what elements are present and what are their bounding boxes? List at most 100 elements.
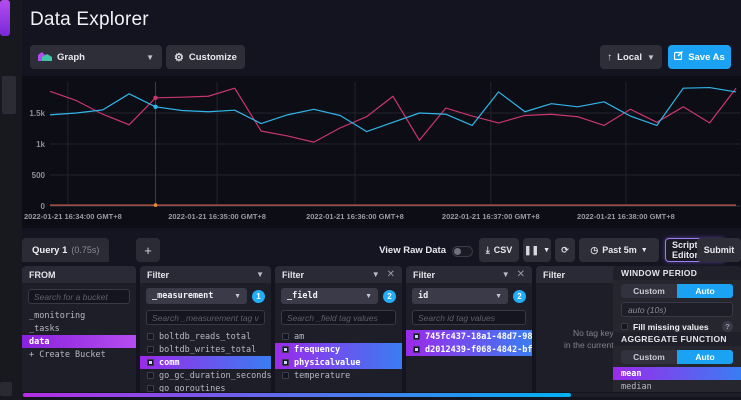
from-card: FROM _monitoring _tasks data + Create Bu… [22,266,136,392]
tag-value-item-selected[interactable]: d2012439-f068-4842-bfef-8… [406,343,532,356]
tag-value-item[interactable]: boltdb_reads_total [140,330,271,343]
checkbox-icon [413,333,420,340]
bucket-item[interactable]: _monitoring [22,309,136,322]
svg-text:0: 0 [41,202,46,211]
svg-text:2022-01-21 16:38:00 GMT+8: 2022-01-21 16:38:00 GMT+8 [577,212,675,221]
refresh-button[interactable]: ⟳ [555,238,575,262]
checkbox-icon [282,346,289,353]
field-search-input[interactable] [281,310,396,325]
tag-key-label: id [418,291,495,301]
query-tab[interactable]: Query 1 (0.75s) [22,238,109,262]
checkbox-icon [413,346,420,353]
measurement-search-input[interactable] [146,310,265,325]
query-builder: FROM _monitoring _tasks data + Create Bu… [22,266,741,392]
chevron-down-icon: ▼ [234,293,241,300]
fill-missing-label: Fill missing values [633,322,717,332]
tag-value-item[interactable]: go_goroutines [140,382,271,392]
bucket-item[interactable]: _tasks [22,322,136,335]
bucket-item-selected[interactable]: data [22,335,136,348]
fill-missing-row: Fill missing values ? [621,321,733,332]
filter-card-field: Filter ▼ ✕ _field ▼ 2 am frequency physi… [275,266,402,392]
checkbox-icon[interactable] [621,323,628,330]
chart-svg: 05001k1.5k2022-01-21 16:34:00 GMT+82022-… [22,76,741,228]
data-explorer-app: Data Explorer Graph ▼ ⚙ Customize ↑ Loca… [0,0,741,400]
aggregate-function-item[interactable]: median [613,380,741,392]
checkbox-icon [147,372,154,379]
local-dropdown[interactable]: ↑ Local ▼ [600,45,662,69]
time-series-chart[interactable]: 05001k1.5k2022-01-21 16:34:00 GMT+82022-… [22,76,741,228]
auto-option[interactable]: Auto [677,350,733,364]
view-raw-data-toggle[interactable] [452,246,473,257]
chevron-down-icon[interactable]: ▼ [372,270,380,279]
custom-option[interactable]: Custom [621,350,677,364]
checkbox-icon [147,385,154,392]
time-range-label: Past 5m [602,245,637,255]
chevron-down-icon: ▼ [146,53,154,62]
selected-count-badge: 2 [513,290,526,303]
selected-count-badge: 1 [252,290,265,303]
tag-key-dropdown[interactable]: _measurement ▼ [146,288,247,304]
add-query-button[interactable]: + [136,238,160,262]
download-icon: ⤓ [486,245,490,256]
nav-strip-block [2,76,16,114]
customize-label: Customize [189,52,237,63]
tag-value-item[interactable]: boltdb_writes_total [140,343,271,356]
aggregate-function-item-selected[interactable]: mean [613,367,741,380]
bucket-search-input[interactable] [28,289,130,304]
save-as-button[interactable]: Save As [668,45,731,69]
custom-option[interactable]: Custom [621,284,677,298]
filter-card-title: Filter [413,270,497,280]
auto-option[interactable]: Auto [677,284,733,298]
tag-value-item[interactable]: am [275,330,402,343]
view-type-dropdown[interactable]: Graph ▼ [30,45,162,69]
tag-key-label: _measurement [152,291,234,301]
query-toolbar: Query 1 (0.75s) + View Raw Data ⤓ CSV ❚❚… [22,232,741,265]
refresh-icon: ⟳ [561,245,569,256]
save-as-label: Save As [688,52,725,63]
tag-key-dropdown[interactable]: _field ▼ [281,288,378,304]
time-range-dropdown[interactable]: ◷ Past 5m ▼ [579,238,659,262]
create-bucket-button[interactable]: + Create Bucket [22,348,136,361]
svg-text:1k: 1k [36,140,45,149]
chevron-down-icon: ▼ [641,247,648,254]
csv-download-button[interactable]: ⤓ CSV [479,238,519,262]
svg-text:2022-01-21 16:35:00 GMT+8: 2022-01-21 16:35:00 GMT+8 [168,212,266,221]
view-type-label: Graph [57,52,85,63]
tag-key-label: _field [287,291,365,301]
id-search-input[interactable] [412,310,526,325]
aggregate-function-title: AGGREGATE FUNCTION [613,332,741,346]
filter-card-title: Filter [147,270,251,280]
nav-scroll-thumb[interactable] [0,0,10,36]
close-icon[interactable]: ✕ [387,269,395,280]
chevron-down-icon[interactable]: ▼ [256,270,264,279]
chevron-down-icon[interactable]: ▼ [502,270,510,279]
svg-text:500: 500 [32,171,46,180]
horizontal-scrollbar-thumb[interactable] [23,393,571,397]
local-label: Local [617,52,642,63]
customize-button[interactable]: ⚙ Customize [166,45,245,69]
window-period-panel: WINDOW PERIOD Custom Auto auto (10s) Fil… [613,266,741,392]
horizontal-scrollbar[interactable] [22,393,741,397]
checkbox-icon [147,346,154,353]
close-icon[interactable]: ✕ [517,269,525,280]
help-icon[interactable]: ? [722,321,733,332]
chevron-down-icon: ▼ [495,293,502,300]
tag-key-dropdown[interactable]: id ▼ [412,288,508,304]
tag-value-item-selected[interactable]: 745fc437-18a1-48d7-98a6-7… [406,330,532,343]
pause-button[interactable]: ❚❚ ▼ [523,238,551,262]
tag-value-item-selected[interactable]: physicalvalue [275,356,402,369]
tag-value-item-selected[interactable]: comm [140,356,271,369]
window-period-title: WINDOW PERIOD [613,266,741,280]
tag-value-item[interactable]: go_gc_duration_seconds [140,369,271,382]
selected-count-badge: 2 [383,290,396,303]
aggregate-segmented: Custom Auto [621,350,733,364]
chevron-down-icon: ▼ [543,247,550,254]
tag-value-item-selected[interactable]: frequency [275,343,402,356]
up-arrow-icon: ↑ [607,52,612,63]
csv-label: CSV [494,245,513,255]
window-period-value[interactable]: auto (10s) [621,302,733,317]
submit-button[interactable]: Submit [697,238,741,262]
tag-value-item[interactable]: temperature [275,369,402,382]
query-tab-name: Query 1 [32,245,67,256]
checkbox-icon [147,333,154,340]
